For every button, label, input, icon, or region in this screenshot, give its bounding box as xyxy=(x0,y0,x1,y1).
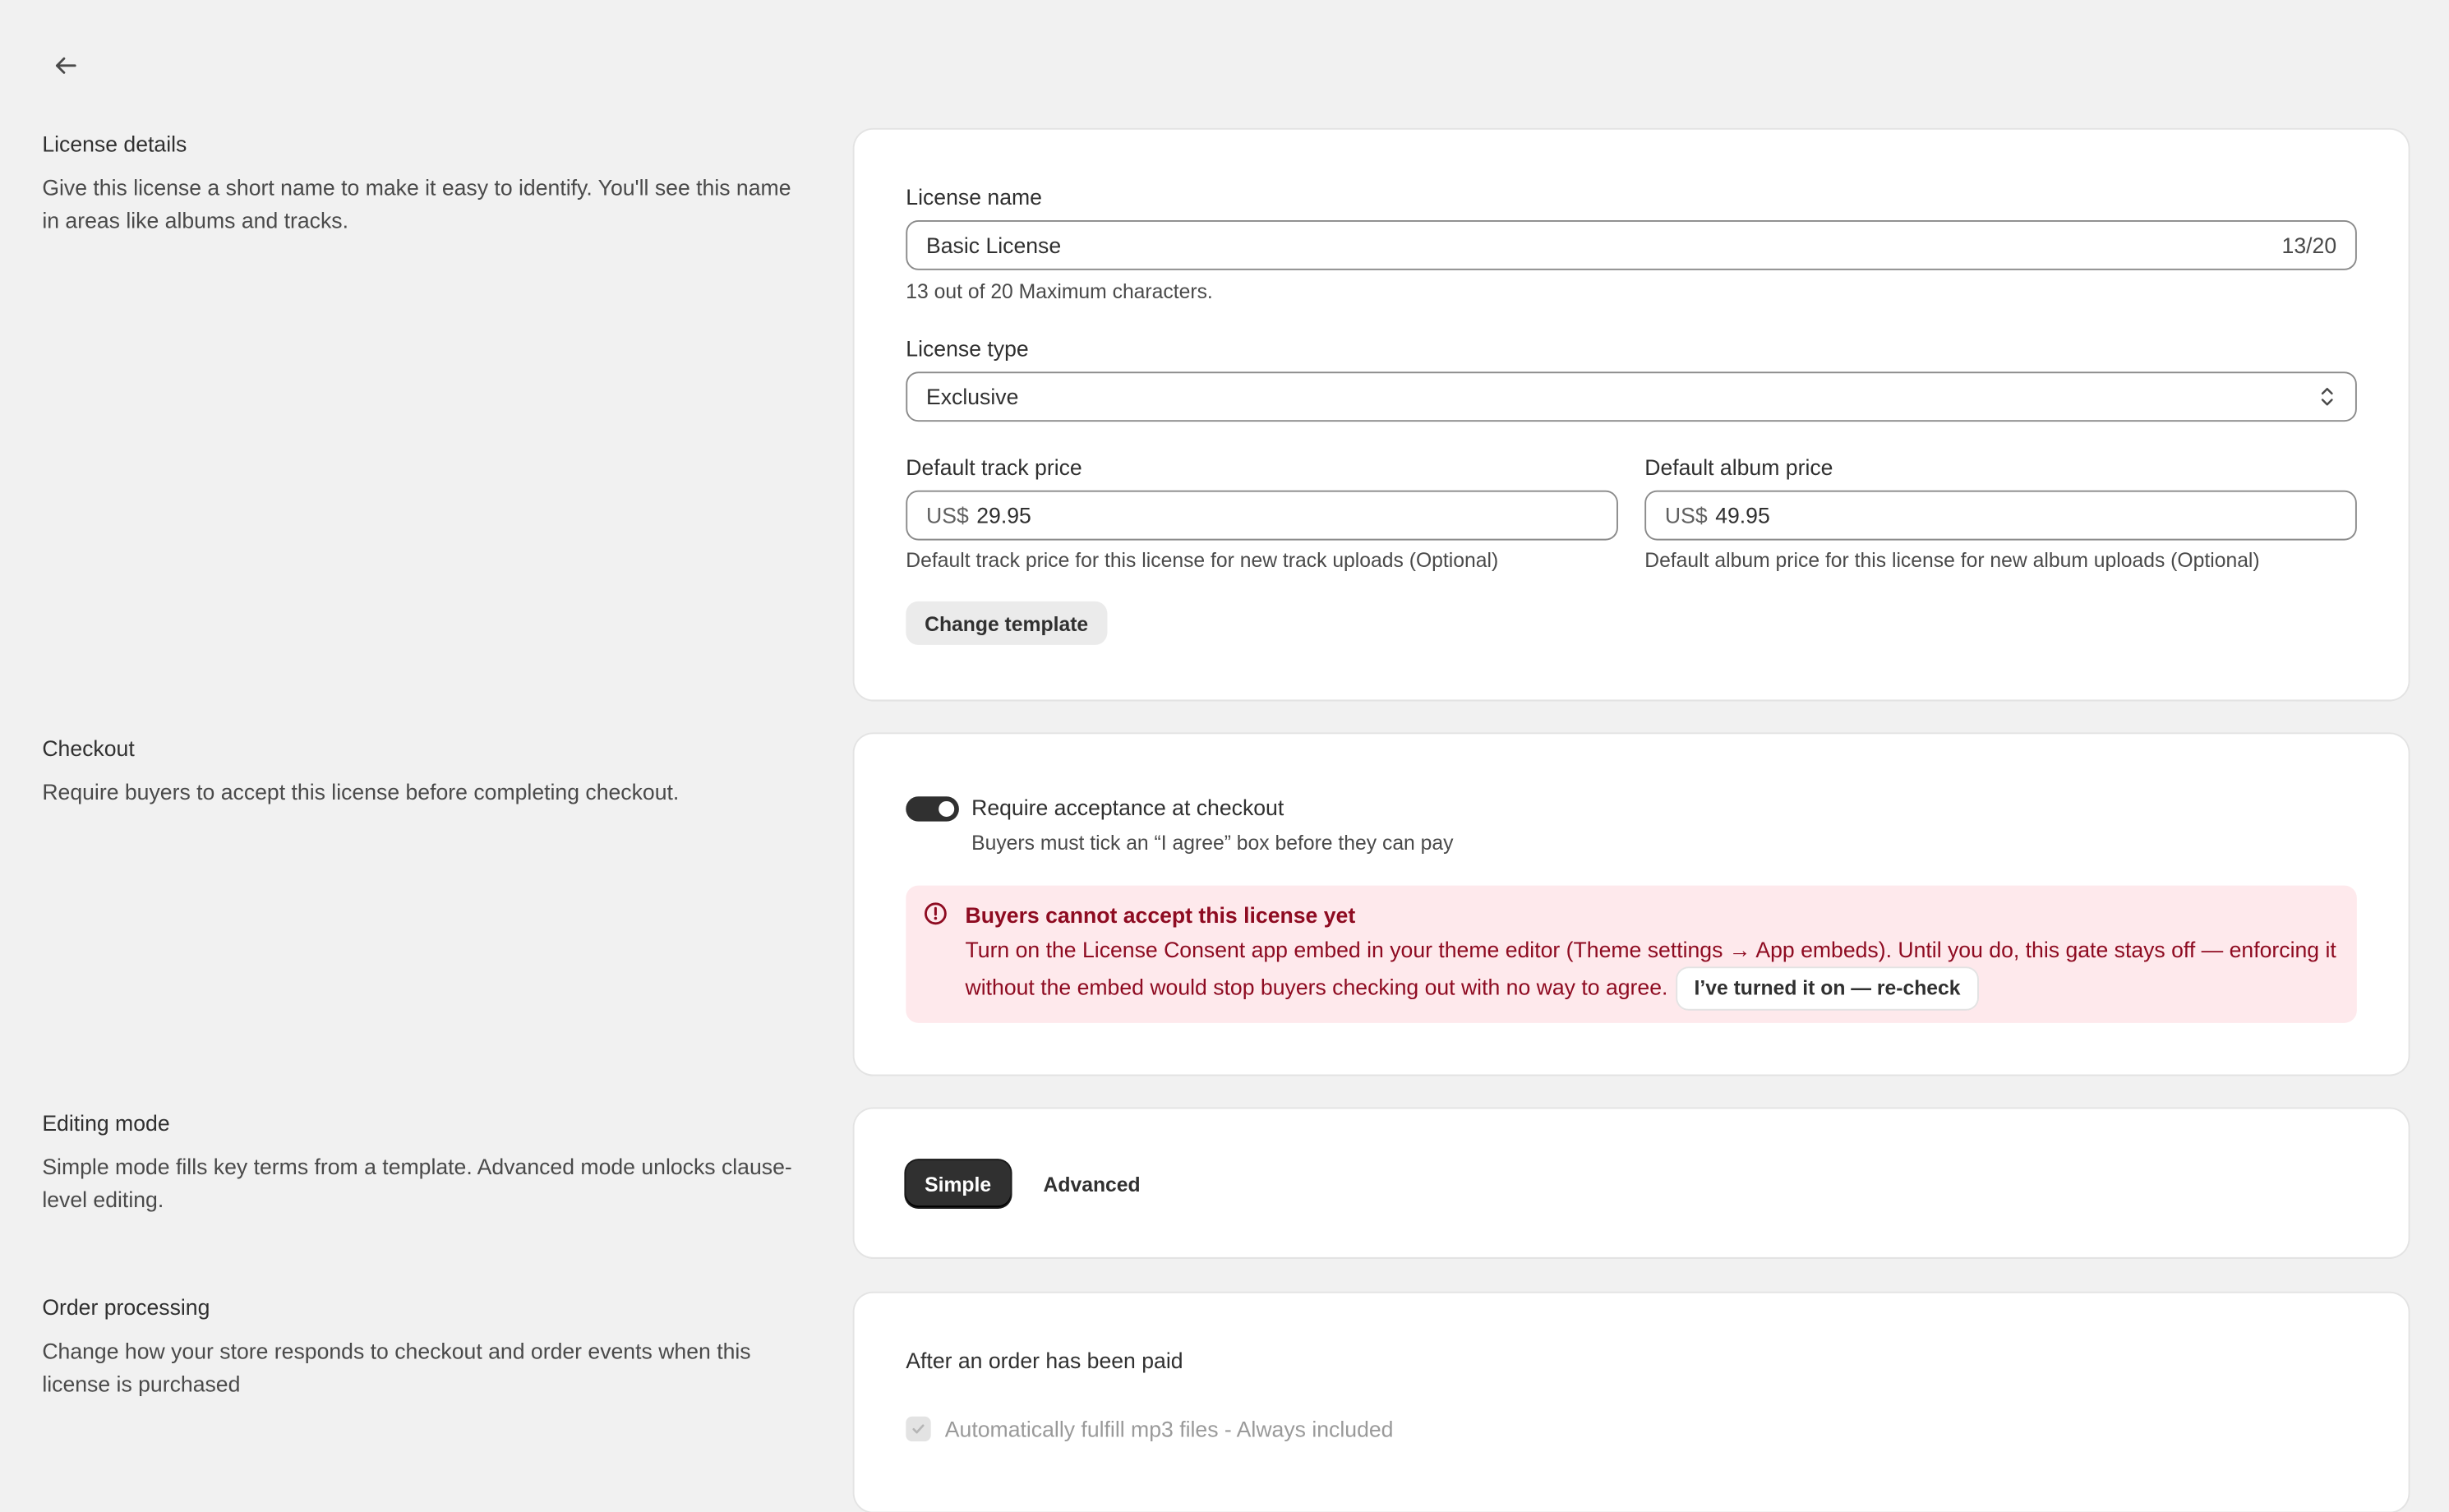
license-details-description: Give this license a short name to make i… xyxy=(42,174,791,233)
require-acceptance-toggle[interactable] xyxy=(906,796,959,822)
license-type-select[interactable]: Exclusive xyxy=(906,371,2357,422)
license-name-value: Basic License xyxy=(925,233,1062,258)
track-price-value: 29.95 xyxy=(976,502,1031,528)
change-template-button[interactable]: Change template xyxy=(906,601,1107,645)
auto-fulfill-label: Automatically fulfill mp3 files - Always… xyxy=(944,1416,1394,1442)
order-processing-title: Order processing xyxy=(42,1294,210,1320)
album-price-prefix: US$ xyxy=(1664,502,1708,528)
track-price-label: Default track price xyxy=(906,454,1082,480)
checkout-title: Checkout xyxy=(42,735,135,761)
license-details-section-label: License details Give this license a shor… xyxy=(42,128,800,237)
license-name-input[interactable]: Basic License 13/20 xyxy=(906,219,2357,270)
banner-body: Turn on the License Consent app embed in… xyxy=(966,931,2340,1010)
mode-simple-button[interactable]: Simple xyxy=(906,1160,1010,1208)
banner-title: Buyers cannot accept this license yet xyxy=(965,902,1356,928)
toggle-knob xyxy=(939,800,955,817)
order-processing-section-label: Order processing Change how your store r… xyxy=(42,1292,800,1401)
license-details-title: License details xyxy=(42,131,187,157)
editing-mode-title: Editing mode xyxy=(42,1110,170,1136)
checkout-card: Require acceptance at checkout Buyers mu… xyxy=(854,734,2409,1075)
auto-fulfill-checkbox[interactable] xyxy=(906,1416,931,1442)
license-details-card: License name Basic License 13/20 13 out … xyxy=(854,129,2409,700)
order-processing-card: After an order has been paid Automatical… xyxy=(854,1293,2409,1512)
license-type-value: Exclusive xyxy=(925,384,1019,409)
after-paid-heading: After an order has been paid xyxy=(906,1348,1183,1373)
editing-mode-description: Simple mode fills key terms from a templ… xyxy=(42,1154,792,1212)
order-processing-description: Change how your store responds to checko… xyxy=(42,1338,751,1397)
checkout-description: Require buyers to accept this license be… xyxy=(42,779,680,804)
checkout-section-label: Checkout Require buyers to accept this l… xyxy=(42,732,800,809)
alert-circle-icon xyxy=(925,902,947,925)
album-price-help: Default album price for this license for… xyxy=(1644,548,2260,572)
license-name-label: License name xyxy=(906,184,1042,210)
license-edit-page: License details Give this license a shor… xyxy=(0,0,2449,1512)
recheck-button[interactable]: I’ve turned it on — re-check xyxy=(1676,968,1978,1010)
select-chevron-icon xyxy=(2321,387,2333,406)
checkmark-icon xyxy=(912,1424,925,1434)
require-acceptance-label: Require acceptance at checkout xyxy=(971,795,1284,820)
mode-advanced-button[interactable]: Advanced xyxy=(1025,1160,1160,1207)
license-name-help: 13 out of 20 Maximum characters. xyxy=(906,279,1213,303)
back-button[interactable] xyxy=(47,47,85,85)
album-price-input[interactable]: US$ 49.95 xyxy=(1644,490,2357,541)
editing-mode-section-label: Editing mode Simple mode fills key terms… xyxy=(42,1107,800,1216)
arrow-left-icon xyxy=(55,57,76,74)
critical-banner: Buyers cannot accept this license yet Tu… xyxy=(906,885,2357,1023)
license-name-counter: 13/20 xyxy=(2281,233,2337,258)
album-price-value: 49.95 xyxy=(1715,502,1770,528)
track-price-prefix: US$ xyxy=(925,502,969,528)
require-acceptance-help: Buyers must tick an “I agree” box before… xyxy=(971,831,1454,855)
track-price-help: Default track price for this license for… xyxy=(906,548,1499,572)
editing-mode-card: Simple Advanced xyxy=(854,1109,2409,1257)
track-price-input[interactable]: US$ 29.95 xyxy=(906,490,1618,541)
banner-body-text: Turn on the License Consent app embed in… xyxy=(965,937,2336,1000)
album-price-label: Default album price xyxy=(1644,454,1833,480)
license-type-label: License type xyxy=(906,335,1029,362)
